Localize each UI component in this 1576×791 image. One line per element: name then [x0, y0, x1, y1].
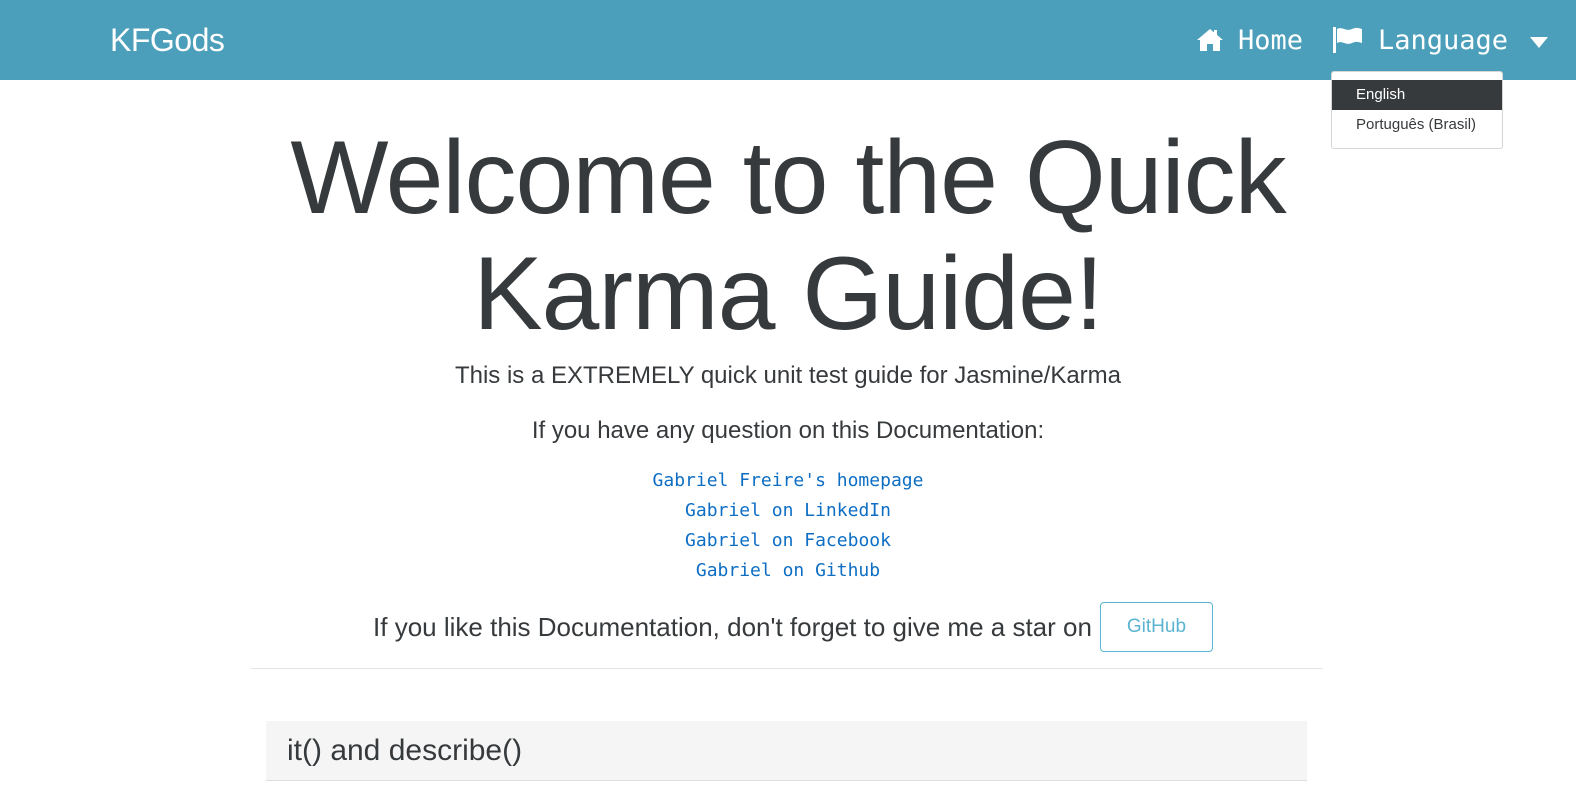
- page-title: Welcome to the Quick Karma Guide!: [0, 120, 1576, 352]
- page-subtitle: This is a EXTREMELY quick unit test guid…: [454, 362, 1122, 389]
- nav-home-label: Home: [1238, 24, 1304, 56]
- section-title: it() and describe(): [287, 733, 523, 767]
- section-header-it-describe[interactable]: it() and describe(): [266, 721, 1307, 781]
- navbar: KFGods Home Language: [0, 0, 1576, 80]
- caret-down-icon: [1530, 36, 1549, 48]
- link-facebook[interactable]: Gabriel on Facebook: [0, 528, 1576, 558]
- divider: [251, 668, 1323, 669]
- home-icon: [1196, 28, 1224, 52]
- language-dropdown-toggle[interactable]: Language: [1332, 22, 1549, 58]
- link-homepage[interactable]: Gabriel Freire's homepage: [0, 468, 1576, 498]
- page-title-line-1: Welcome to the Quick: [290, 120, 1286, 236]
- link-linkedin[interactable]: Gabriel on LinkedIn: [0, 498, 1576, 528]
- star-text: If you like this Documentation, don't fo…: [373, 611, 1092, 642]
- contact-links: Gabriel Freire's homepage Gabriel on Lin…: [0, 468, 1576, 588]
- question-text: If you have any question on this Documen…: [531, 417, 1045, 444]
- star-row: If you like this Documentation, don't fo…: [0, 602, 1576, 652]
- brand-logo[interactable]: KFGods: [110, 22, 225, 59]
- nav-home-link[interactable]: Home: [1196, 22, 1303, 58]
- flag-icon: [1332, 26, 1364, 54]
- page-title-line-2: Karma Guide!: [473, 236, 1104, 352]
- language-label: Language: [1378, 24, 1509, 56]
- github-button[interactable]: GitHub: [1099, 602, 1213, 652]
- language-option-english[interactable]: English: [1332, 80, 1502, 110]
- link-github[interactable]: Gabriel on Github: [0, 558, 1576, 588]
